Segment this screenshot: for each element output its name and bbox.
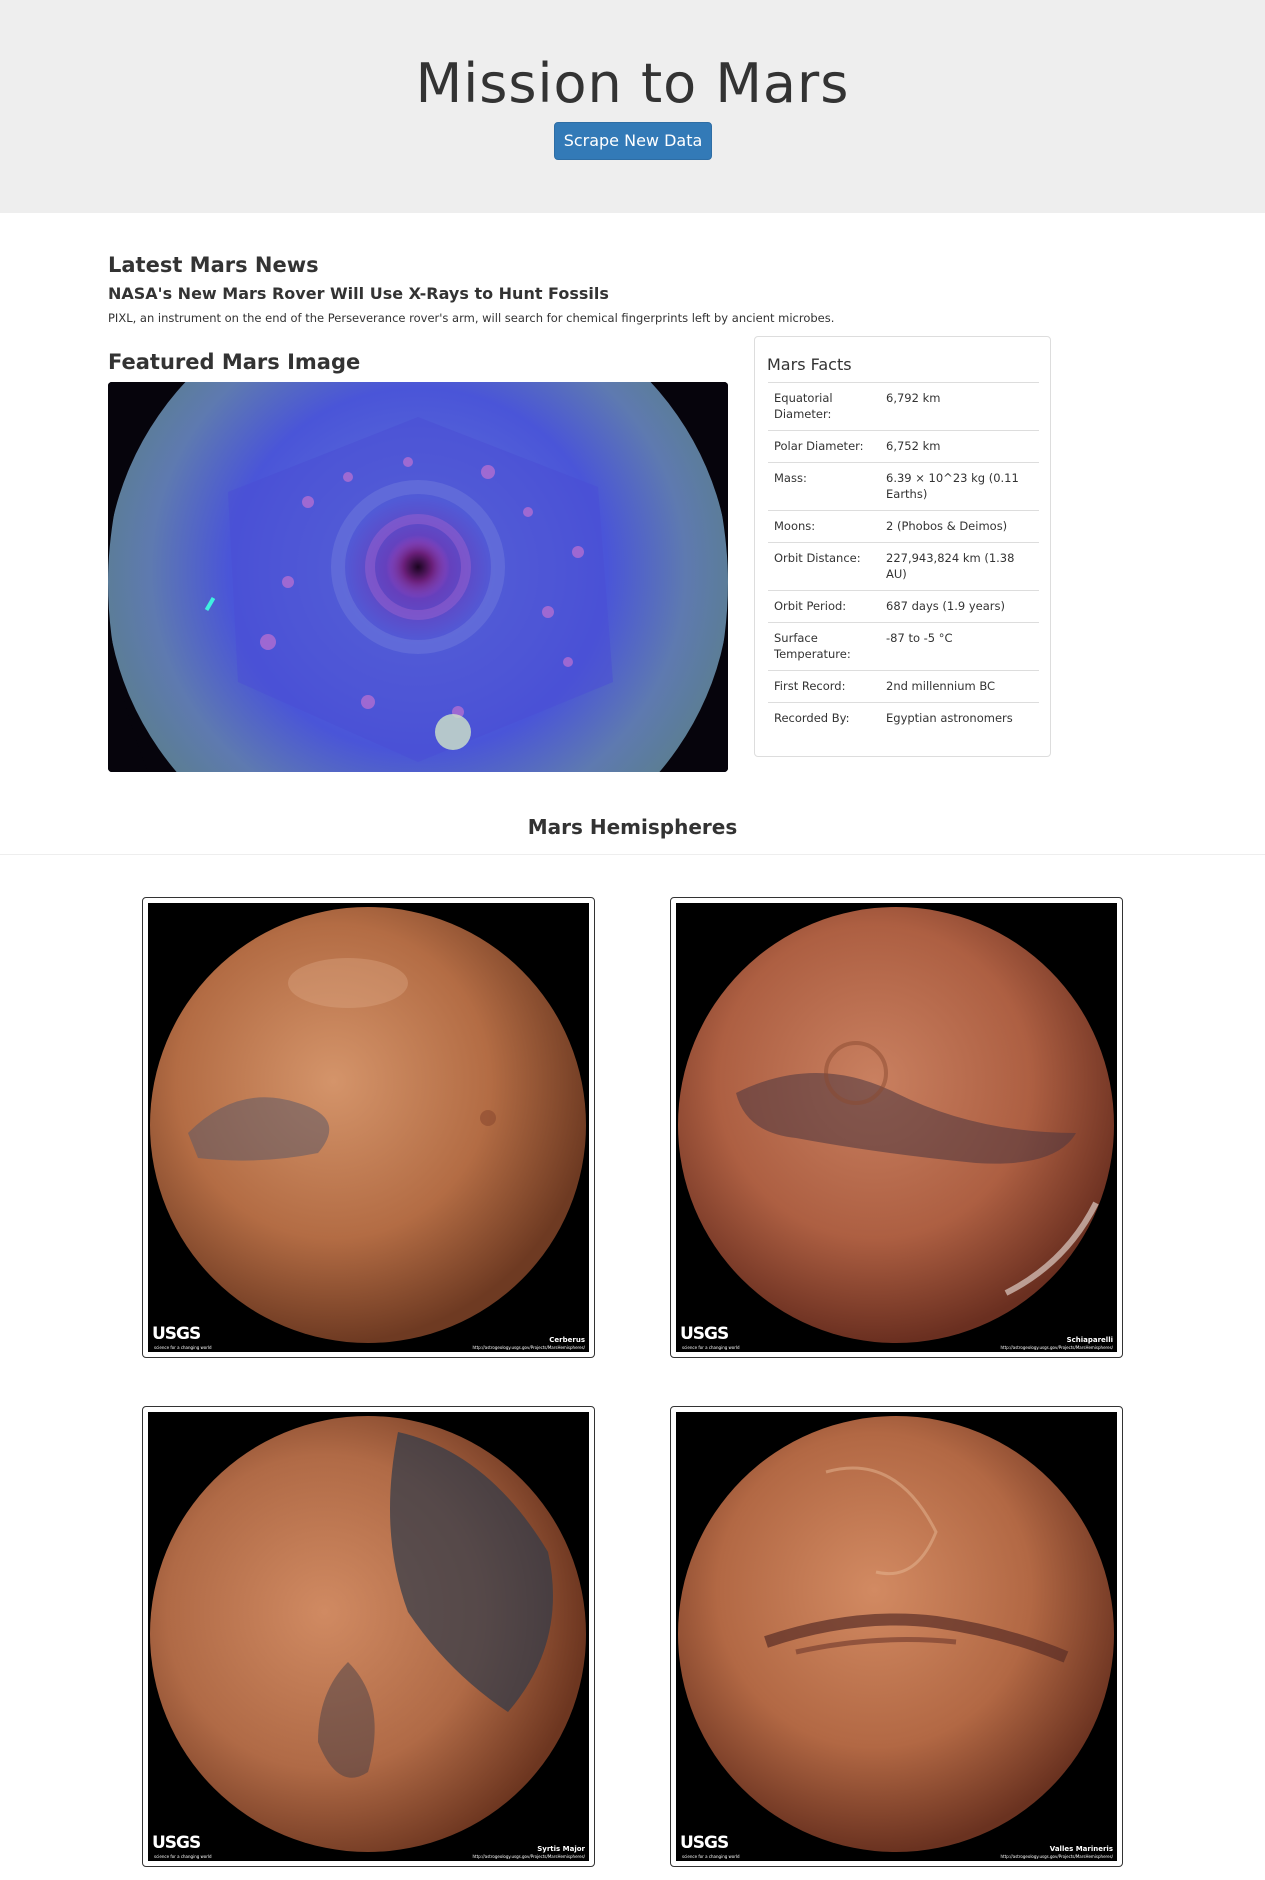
fact-value: 6.39 × 10^23 kg (0.11 Earths) [880,462,1039,511]
table-row: Orbit Distance: 227,943,824 km (1.38 AU) [768,542,1039,591]
table-row: Recorded By: Egyptian astronomers [768,702,1039,734]
fact-value: -87 to -5 °C [880,622,1039,671]
hemisphere-caption: Schiaparelli [1066,1336,1113,1344]
fact-value: 6,792 km [880,382,1039,431]
featured-image-heading: Featured Mars Image [108,350,361,374]
fact-label: Surface Temperature: [768,622,880,671]
table-row: Equatorial Diameter: 6,792 km [768,382,1039,431]
planet-graphic [678,1416,1114,1852]
table-row: First Record: 2nd millennium BC [768,670,1039,703]
fact-value: 6,752 km [880,430,1039,463]
usgs-logo: USGS [152,1324,201,1344]
hemisphere-thumbnail-schiaparelli[interactable]: USGS science for a changing world Schiap… [670,897,1123,1358]
usgs-logo: USGS [152,1833,201,1853]
hemisphere-url: http://astrogeology.usgs.gov/Projects/Ma… [1000,1345,1113,1350]
mars-facts-heading: Mars Facts [767,355,852,374]
hemisphere-caption: Syrtis Major [537,1845,585,1853]
fact-label: Mass: [768,462,880,511]
jumbotron-header: Mission to Mars Scrape New Data [0,0,1265,213]
fact-label: Orbit Distance: [768,542,880,591]
usgs-tagline: science for a changing world [682,1854,740,1859]
featured-image-graphic [108,382,728,772]
fact-label: Equatorial Diameter: [768,382,880,431]
hemisphere-caption: Cerberus [549,1336,585,1344]
page-title: Mission to Mars [415,52,850,115]
table-row: Mass: 6.39 × 10^23 kg (0.11 Earths) [768,462,1039,511]
fact-label: Moons: [768,510,880,543]
table-row: Orbit Period: 687 days (1.9 years) [768,590,1039,623]
table-row: Moons: 2 (Phobos & Deimos) [768,510,1039,543]
featured-mars-image [108,382,728,772]
usgs-tagline: science for a changing world [682,1345,740,1350]
table-row: Surface Temperature: -87 to -5 °C [768,622,1039,671]
hemisphere-image: USGS science for a changing world Syrtis… [148,1412,589,1861]
fact-value: 2 (Phobos & Deimos) [880,510,1039,543]
mars-facts-panel: Mars Facts Equatorial Diameter: 6,792 km … [754,336,1051,757]
hemisphere-image: USGS science for a changing world Schiap… [676,903,1117,1352]
fact-label: First Record: [768,670,880,703]
planet-graphic [150,1416,586,1852]
news-paragraph: PIXL, an instrument on the end of the Pe… [108,311,835,325]
hemisphere-caption: Valles Marineris [1049,1845,1113,1853]
hemisphere-image: USGS science for a changing world Valles… [676,1412,1117,1861]
hemisphere-thumbnail-valles-marineris[interactable]: USGS science for a changing world Valles… [670,1406,1123,1867]
hemisphere-thumbnail-syrtis-major[interactable]: USGS science for a changing world Syrtis… [142,1406,595,1867]
news-title: NASA's New Mars Rover Will Use X-Rays to… [108,284,609,303]
section-divider [0,854,1265,855]
usgs-logo: USGS [680,1833,729,1853]
mars-facts-table: Equatorial Diameter: 6,792 km Polar Diame… [768,382,1039,734]
fact-value: 227,943,824 km (1.38 AU) [880,542,1039,591]
hemisphere-image: USGS science for a changing world Cerber… [148,903,589,1352]
news-section-heading: Latest Mars News [108,253,319,277]
planet-graphic [678,907,1114,1343]
hemispheres-heading: Mars Hemispheres [527,815,738,839]
usgs-logo: USGS [680,1324,729,1344]
fact-label: Polar Diameter: [768,430,880,463]
hemisphere-thumbnail-cerberus[interactable]: USGS science for a changing world Cerber… [142,897,595,1358]
table-row: Polar Diameter: 6,752 km [768,430,1039,463]
fact-label: Orbit Period: [768,590,880,623]
planet-graphic [150,907,586,1343]
usgs-tagline: science for a changing world [154,1854,212,1859]
fact-value: Egyptian astronomers [880,702,1039,734]
fact-label: Recorded By: [768,702,880,734]
fact-value: 687 days (1.9 years) [880,590,1039,623]
hemisphere-url: http://astrogeology.usgs.gov/Projects/Ma… [472,1854,585,1859]
usgs-tagline: science for a changing world [154,1345,212,1350]
fact-value: 2nd millennium BC [880,670,1039,703]
hemisphere-url: http://astrogeology.usgs.gov/Projects/Ma… [472,1345,585,1350]
scrape-new-data-button[interactable]: Scrape New Data [554,122,712,160]
hemisphere-url: http://astrogeology.usgs.gov/Projects/Ma… [1000,1854,1113,1859]
